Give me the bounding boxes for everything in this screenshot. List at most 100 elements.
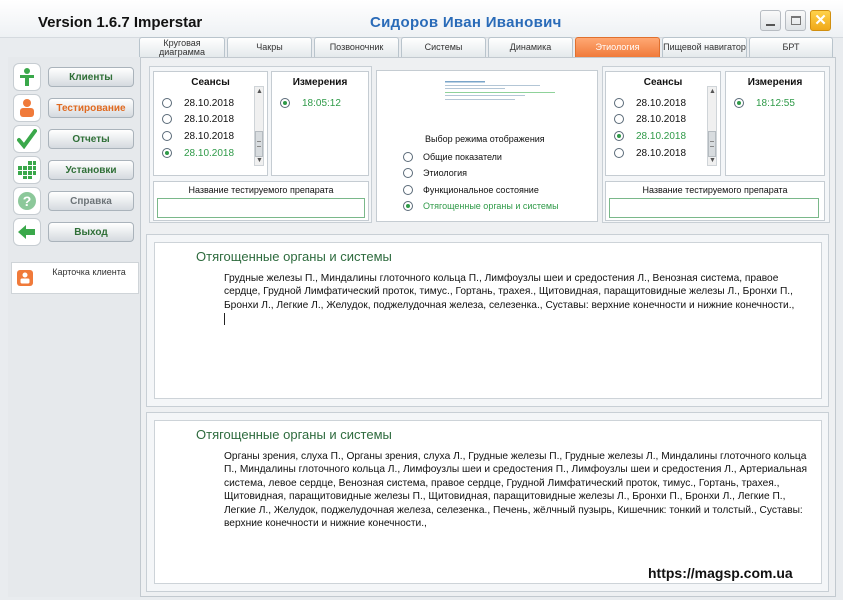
sidebar-item-reports: Отчеты [8,124,140,154]
minimize-button[interactable] [760,10,781,31]
tab-brt[interactable]: БРТ [749,37,833,57]
top-result-text: Грудные железы П., Миндалины глоточного … [224,273,795,311]
mode-option-general[interactable]: Общие показатели [403,150,502,164]
left-drug-box: Название тестируемого препарата [153,181,369,221]
exit-button[interactable]: Выход [48,222,134,242]
mode-radio[interactable] [403,185,413,195]
mode-radio[interactable] [403,152,413,162]
left-session-row[interactable]: 28.10.2018 [162,129,234,143]
mode-option-label: Функциональное состояние [423,185,539,195]
tab-dynamics[interactable]: Динамика [488,37,573,57]
session-radio[interactable] [614,114,624,124]
session-date: 28.10.2018 [184,147,235,159]
grid-icon [13,156,41,184]
session-date: 28.10.2018 [184,97,235,109]
scroll-thumb[interactable] [255,131,263,157]
sidebar-item-help: ? Справка [8,186,140,216]
right-session-row[interactable]: 28.10.2018 [614,146,686,160]
settings-button[interactable]: Установки [48,160,134,180]
reports-button[interactable]: Отчеты [48,129,134,149]
maximize-button[interactable] [785,10,806,31]
tab-etiology[interactable]: Этиология [575,37,660,57]
exit-arrow-icon [13,218,41,246]
right-drug-label: Название тестируемого препарата [642,185,788,195]
session-radio[interactable] [162,131,172,141]
left-sessions-scrollbar[interactable]: ▲ ▼ [254,86,264,166]
clients-button[interactable]: Клиенты [48,67,134,87]
display-mode-title: Выбор режима отображения [425,134,545,144]
person-icon [13,63,41,91]
sidebar-item-settings: Установки [8,155,140,185]
session-radio[interactable] [162,114,172,124]
tab-chakras[interactable]: Чакры [227,37,312,57]
mode-option-functional[interactable]: Функциональное состояние [403,183,539,197]
sidebar-item-clients: Клиенты [8,62,140,92]
help-button[interactable]: Справка [48,191,134,211]
right-session-row[interactable]: 28.10.2018 [614,96,686,110]
mode-option-etiology[interactable]: Этиология [403,166,467,180]
right-sessions-title: Сеансы [643,77,683,88]
title-bar: Version 1.6.7 Imperstar Сидоров Иван Ива… [0,0,843,38]
session-radio[interactable] [162,148,172,158]
right-session-row[interactable]: 28.10.2018 [614,129,686,143]
session-date: 28.10.2018 [636,113,687,125]
scroll-down-icon[interactable]: ▼ [256,157,263,164]
client-card-label: Карточка клиента [52,267,126,277]
top-result-panel: Отягощенные органы и системы Грудные жел… [146,234,829,407]
right-measurement-row[interactable]: 18:12:55 [734,96,795,110]
report-preview-thumbnail [445,81,555,100]
left-drug-input[interactable] [157,198,365,218]
patient-name: Сидоров Иван Иванович [370,14,562,31]
mode-option-label: Общие показатели [423,152,502,162]
mode-option-label: Отягощенные органы и системы [423,201,559,211]
right-sessions-list: Сеансы 28.10.2018 28.10.2018 28.10.2018 … [605,71,721,176]
tab-bar: Круговая диаграмма Чакры Позвоночник Сис… [139,37,843,57]
close-button[interactable]: ✕ [810,10,831,31]
testing-button[interactable]: Тестирование [48,98,134,118]
measurement-radio[interactable] [734,98,744,108]
left-session-row[interactable]: 28.10.2018 [162,96,234,110]
text-caret [224,313,225,326]
sidebar: Клиенты Тестирование Отчеты Установки ? … [8,57,140,597]
client-card-icon [17,270,33,286]
scroll-up-icon[interactable]: ▲ [256,88,263,95]
measurement-time: 18:12:55 [756,97,795,109]
mode-radio[interactable] [403,201,413,211]
measurement-radio[interactable] [280,98,290,108]
right-sessions-scrollbar[interactable]: ▲ ▼ [707,86,717,166]
right-session-row[interactable]: 28.10.2018 [614,112,686,126]
right-drug-box: Название тестируемого препарата [605,181,825,221]
tab-food-navigator[interactable]: Пищевой навигатор [662,37,747,57]
scroll-down-icon[interactable]: ▼ [709,157,716,164]
top-result-textbox[interactable]: Отягощенные органы и системы Грудные жел… [154,242,822,399]
session-radio[interactable] [614,131,624,141]
checkmark-icon [13,125,41,153]
left-measurements-list: Измерения 18:05:12 [271,71,369,176]
watermark: https://magsp.com.ua [648,565,793,581]
maximize-icon [790,16,801,25]
tab-spine[interactable]: Позвоночник [314,37,399,57]
client-card-button[interactable]: Карточка клиента [11,262,139,294]
session-radio[interactable] [614,148,624,158]
right-drug-input[interactable] [609,198,819,218]
scroll-up-icon[interactable]: ▲ [709,88,716,95]
left-session-row[interactable]: 28.10.2018 [162,112,234,126]
left-sessions-title: Сеансы [191,77,230,88]
app-version-title: Version 1.6.7 Imperstar [38,14,203,31]
bottom-result-textbox[interactable]: Отягощенные органы и системы Органы зрен… [154,420,822,584]
tab-circular-diagram[interactable]: Круговая диаграмма [139,37,225,57]
mode-option-burdened-organs[interactable]: Отягощенные органы и системы [403,199,559,213]
mode-option-label: Этиология [423,168,467,178]
right-measurements-list: Измерения 18:12:55 [725,71,825,176]
left-sessions-list: Сеансы 28.10.2018 28.10.2018 28.10.2018 … [153,71,268,176]
scroll-thumb[interactable] [708,131,716,157]
right-measurements-title: Измерения [747,77,803,88]
display-mode-panel: Выбор режима отображения Общие показател… [376,70,598,222]
session-radio[interactable] [162,98,172,108]
session-radio[interactable] [614,98,624,108]
tab-systems[interactable]: Системы [401,37,486,57]
question-icon: ? [13,187,41,215]
mode-radio[interactable] [403,168,413,178]
left-measurement-row[interactable]: 18:05:12 [280,96,341,110]
left-session-row[interactable]: 28.10.2018 [162,146,234,160]
